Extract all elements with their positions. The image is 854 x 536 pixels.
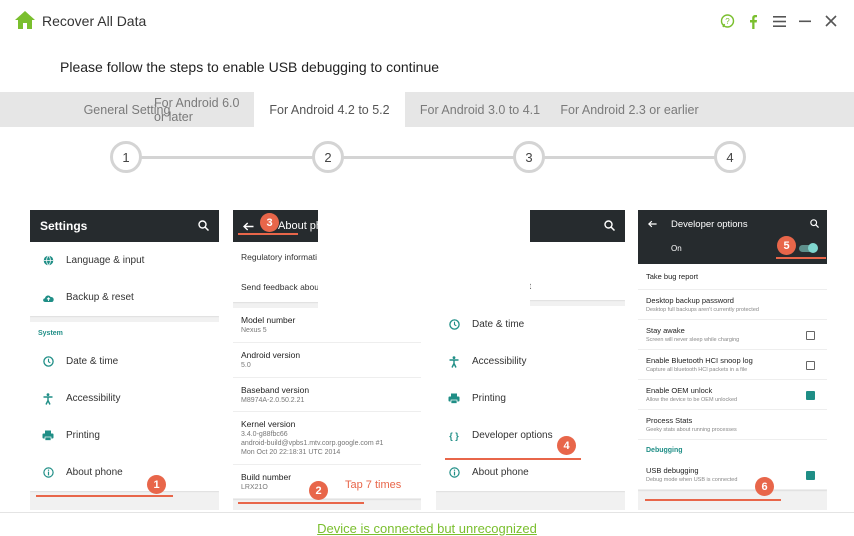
back-arrow-icon[interactable]	[243, 221, 254, 231]
step-badge-1: 1	[147, 475, 166, 494]
bottom-divider	[0, 512, 854, 513]
list-item[interactable]: Accessibility	[436, 343, 625, 380]
developer-toggle[interactable]	[799, 243, 818, 253]
developer-options-title: Developer options	[671, 219, 748, 230]
list-item: Kernel version 3.4.0-g88fbc66 android-bu…	[233, 412, 421, 465]
on-label: On	[671, 244, 682, 253]
braces-icon: { }	[449, 430, 459, 441]
title-bar: Recover All Data ?	[0, 0, 854, 42]
minimize-icon[interactable]	[792, 10, 818, 32]
tab-android-6[interactable]: For Android 6.0 or later	[154, 92, 254, 127]
android-version-tabs: General Setting For Android 6.0 or later…	[0, 92, 854, 127]
list-item[interactable]: Process Stats Geeky stats about running …	[638, 410, 827, 440]
step-line	[126, 156, 730, 159]
highlight-underline-6	[645, 499, 781, 501]
settings-card-top: Language & input Backup & reset	[30, 242, 219, 316]
step-1: 1	[110, 141, 142, 173]
section-label-debugging: Debugging	[646, 447, 683, 454]
accessibility-icon	[449, 355, 459, 368]
settings-card-system: System Date & time Accessibility Printin…	[30, 322, 219, 491]
device-status-link[interactable]: Device is connected but unrecognized	[0, 521, 854, 536]
developer-card: Take bug report Desktop backup password …	[638, 264, 827, 490]
printer-icon	[448, 393, 460, 404]
panel-developer-options: Developer options On Take bug report Des…	[638, 210, 827, 510]
step-4: 4	[714, 141, 746, 173]
step-badge-2: 2	[309, 481, 328, 500]
facebook-icon[interactable]	[740, 10, 766, 32]
svg-text:?: ?	[725, 17, 730, 26]
tab-android-2-3[interactable]: For Android 2.3 or earlier	[555, 92, 704, 127]
info-icon	[42, 467, 54, 478]
checkbox-unchecked[interactable]	[806, 360, 815, 370]
list-item: Android version 5.0	[233, 343, 421, 378]
list-item-about-phone[interactable]: About phone	[30, 454, 219, 491]
step-indicator: 1 2 3 4	[110, 141, 750, 173]
highlight-underline-2	[238, 502, 364, 504]
list-item[interactable]: Printing	[436, 380, 625, 417]
list-item-usb-debugging[interactable]: USB debugging Debug mode when USB is con…	[638, 460, 827, 490]
step-badge-5: 5	[777, 236, 796, 255]
highlight-underline-1	[36, 495, 173, 497]
menu-icon[interactable]	[766, 10, 792, 32]
list-item: Model number Nexus 5	[233, 308, 421, 343]
list-item[interactable]: Stay awake Screen will never sleep while…	[638, 320, 827, 350]
checkbox-unchecked[interactable]	[806, 330, 815, 340]
instruction-text: Please follow the steps to enable USB de…	[60, 59, 440, 75]
list-item[interactable]: Enable Bluetooth HCI snoop log Capture a…	[638, 350, 827, 380]
list-item-developer-options[interactable]: { } Developer options	[436, 417, 625, 454]
list-item[interactable]: Date & time	[436, 306, 625, 343]
list-item[interactable]: Date & time	[30, 343, 219, 380]
home-logo-icon	[15, 11, 35, 29]
toggle-knob	[808, 243, 818, 253]
close-icon[interactable]	[818, 10, 844, 32]
section-label-system: System	[38, 330, 63, 337]
step-3: 3	[513, 141, 545, 173]
checkbox-checked[interactable]	[806, 470, 815, 480]
search-icon	[810, 219, 819, 228]
highlight-underline-3	[238, 233, 298, 235]
list-item[interactable]: Printing	[30, 417, 219, 454]
printer-icon	[42, 430, 54, 441]
settings-title: Settings	[40, 219, 88, 233]
cloud-upload-icon	[42, 295, 54, 302]
list-item[interactable]: Accessibility	[30, 380, 219, 417]
list-item[interactable]: Take bug report	[638, 264, 827, 290]
tab-android-3-0[interactable]: For Android 3.0 to 4.1	[405, 92, 555, 127]
tab-android-4-2[interactable]: For Android 4.2 to 5.2	[254, 92, 405, 127]
step-badge-4: 4	[557, 436, 576, 455]
accessibility-icon	[43, 392, 53, 405]
list-item: Baseband version M8974A-2.0.50.2.21	[233, 378, 421, 413]
back-arrow-icon[interactable]	[648, 220, 657, 228]
highlight-underline-5	[776, 257, 826, 259]
globe-icon	[43, 255, 53, 266]
popup-overlay	[318, 200, 530, 310]
search-icon	[604, 220, 615, 231]
highlight-underline-4	[445, 458, 581, 460]
app-title: Recover All Data	[42, 13, 147, 29]
settings-card-system-2: Date & time Accessibility Printing { } D…	[436, 306, 625, 491]
step-badge-3: 3	[260, 213, 279, 232]
info-icon	[448, 467, 460, 478]
developer-appbar: Developer options On	[638, 210, 827, 264]
checkbox-checked[interactable]	[806, 390, 815, 400]
list-item[interactable]: Desktop backup password Desktop full bac…	[638, 290, 827, 320]
clock-icon	[448, 319, 460, 330]
clock-icon	[42, 356, 54, 367]
search-icon	[198, 220, 209, 231]
step-2: 2	[312, 141, 344, 173]
list-item[interactable]: Enable OEM unlock Allow the device to be…	[638, 380, 827, 410]
tap-seven-times-note: Tap 7 times	[345, 479, 402, 491]
settings-appbar: Settings	[30, 210, 219, 242]
step-badge-6: 6	[755, 477, 774, 496]
about-info-card: Model number Nexus 5 Android version 5.0…	[233, 308, 421, 500]
feedback-icon[interactable]: ?	[714, 10, 740, 32]
panel-settings: Settings Language & input Backup & reset…	[30, 210, 219, 510]
list-item[interactable]: Language & input	[30, 242, 219, 279]
list-item[interactable]: Backup & reset	[30, 279, 219, 316]
